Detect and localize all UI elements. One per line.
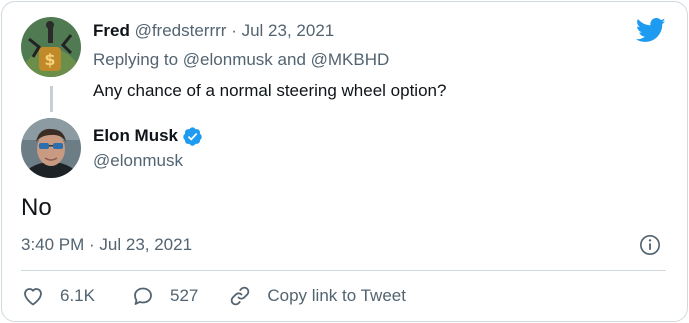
parent-avatar-image: $ (21, 17, 81, 77)
tweet-text: No (21, 194, 52, 221)
author-handle[interactable]: @elonmusk (93, 150, 183, 172)
link-icon (231, 286, 250, 306)
author-avatar[interactable] (21, 118, 81, 178)
parent-handle[interactable]: @fredsterrrr (135, 21, 227, 40)
parent-date[interactable]: Jul 23, 2021 (242, 21, 335, 40)
speech-bubble-icon (134, 287, 152, 305)
svg-text:$: $ (44, 50, 55, 69)
twitter-bird-icon[interactable] (636, 18, 666, 43)
actions-divider (21, 270, 666, 271)
reply-count: 527 (169, 286, 199, 305)
replying-to-users[interactable]: @elonmusk and @MKBHD (183, 50, 389, 69)
author-display-name[interactable]: Elon Musk (93, 125, 178, 147)
info-icon[interactable] (639, 234, 661, 256)
verified-badge-icon (183, 126, 202, 146)
tweet-actions-bar: 6.1K 527 Copy link to Tweet (21, 283, 406, 309)
author-avatar-image (21, 118, 81, 178)
header-separator: · (231, 21, 237, 40)
reply-button[interactable]: 527 (131, 284, 198, 308)
copy-link-label: Copy link to Tweet (267, 286, 406, 305)
parent-tweet-header: Fred @fredsterrrr · Jul 23, 2021 (93, 20, 334, 42)
author-display-name-row: Elon Musk (93, 125, 203, 147)
tweet-timestamp[interactable]: 3:40 PM · Jul 23, 2021 (21, 234, 192, 256)
parent-avatar[interactable]: $ (21, 17, 81, 77)
like-button[interactable]: 6.1K (21, 284, 95, 308)
replying-to-line: Replying to @elonmusk and @MKBHD (93, 49, 389, 71)
heart-icon (24, 288, 42, 306)
copy-link-button[interactable]: Copy link to Tweet (228, 284, 406, 308)
parent-tweet-text: Any chance of a normal steering wheel op… (93, 81, 447, 100)
parent-display-name[interactable]: Fred (93, 21, 130, 40)
thread-connector-line (50, 86, 53, 112)
replying-prefix: Replying to (93, 50, 179, 69)
like-count: 6.1K (60, 286, 95, 305)
